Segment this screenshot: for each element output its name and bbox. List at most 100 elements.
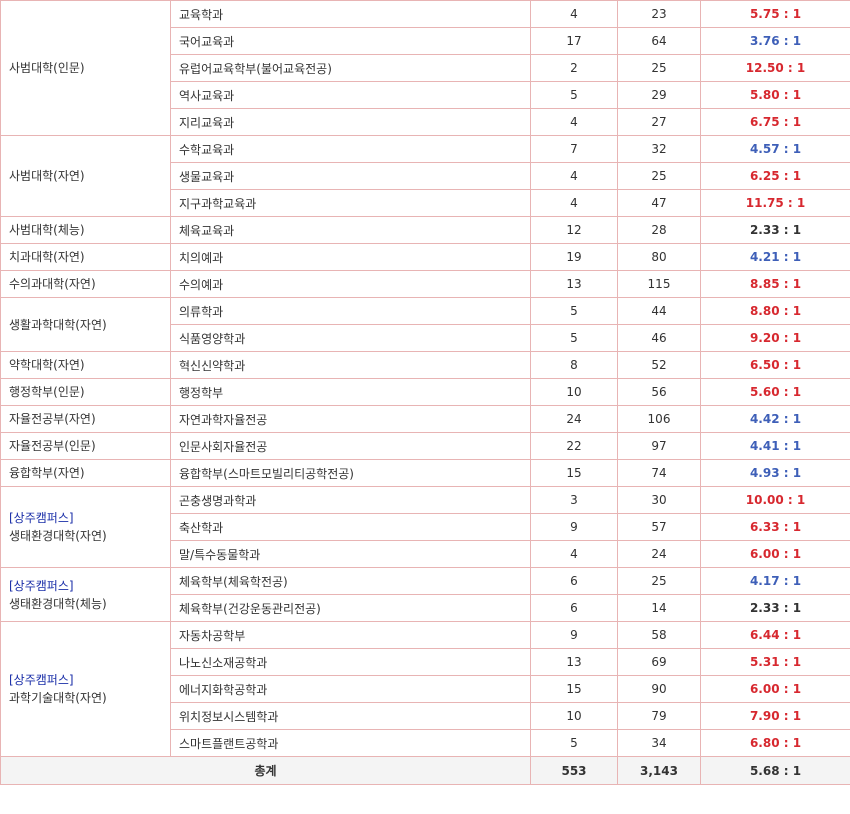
applicants-cell: 27 (617, 108, 701, 136)
quota-cell: 7 (530, 135, 618, 163)
quota-cell: 15 (530, 459, 618, 487)
college-cell: 자율전공부(인문) (0, 432, 171, 460)
college-cell: 자율전공부(자연) (0, 405, 171, 433)
quota-cell: 6 (530, 594, 618, 622)
department-cell: 행정학부 (170, 378, 531, 406)
department-cell: 국어교육과 (170, 27, 531, 55)
department-cell: 교육학과 (170, 0, 531, 28)
table-row: 사범대학(인문) 교육학과 4 23 5.75 : 1 (0, 0, 850, 136)
college-name: 생태환경대학(자연) (9, 529, 107, 543)
department-cell: 에너지화학공학과 (170, 675, 531, 703)
quota-cell: 4 (530, 189, 618, 217)
ratio-cell: 5.60 : 1 (700, 378, 850, 406)
quota-cell: 8 (530, 351, 618, 379)
department-cell: 혁신신약학과 (170, 351, 531, 379)
department-cell: 곤충생명과학과 (170, 486, 531, 514)
applicants-cell: 47 (617, 189, 701, 217)
ratio-cell: 5.80 : 1 (700, 81, 850, 109)
ratio-cell: 4.41 : 1 (700, 432, 850, 460)
ratio-cell: 6.33 : 1 (700, 513, 850, 541)
table-row: [상주캠퍼스] 생태환경대학(자연) 곤충생명과학과 3 30 10.00 : 1 (0, 486, 850, 568)
ratio-cell: 4.17 : 1 (700, 567, 850, 595)
applicants-cell: 25 (617, 54, 701, 82)
college-name: 사범대학(인문) (9, 61, 85, 75)
table-row: 수의과대학(자연) 수의예과 13 115 8.85 : 1 (0, 270, 850, 298)
department-cell: 말/특수동물학과 (170, 540, 531, 568)
college-name: 수의과대학(자연) (9, 277, 96, 291)
college-name: 치과대학(자연) (9, 250, 85, 264)
table-row: 사범대학(자연) 수학교육과 7 32 4.57 : 1 (0, 135, 850, 217)
quota-cell: 9 (530, 513, 618, 541)
table-body: 사범대학(인문) 교육학과 4 23 5.75 : 1 국어교육과 17 64 3.76 : 1… (0, 0, 850, 757)
department-cell: 축산학과 (170, 513, 531, 541)
applicants-cell: 58 (617, 621, 701, 649)
ratio-cell: 6.44 : 1 (700, 621, 850, 649)
college-cell: 행정학부(인문) (0, 378, 171, 406)
quota-cell: 10 (530, 378, 618, 406)
quota-cell: 5 (530, 729, 618, 757)
department-cell: 체육학부(체육학전공) (170, 567, 531, 595)
applicants-cell: 115 (617, 270, 701, 298)
department-cell: 자연과학자율전공 (170, 405, 531, 433)
quota-cell: 22 (530, 432, 618, 460)
college-cell: 사범대학(체능) (0, 216, 171, 244)
ratio-cell: 4.21 : 1 (700, 243, 850, 271)
ratio-cell: 2.33 : 1 (700, 216, 850, 244)
applicants-cell: 74 (617, 459, 701, 487)
ratio-cell: 3.76 : 1 (700, 27, 850, 55)
quota-cell: 13 (530, 648, 618, 676)
table-row: 약학대학(자연) 혁신신약학과 8 52 6.50 : 1 (0, 351, 850, 379)
department-cell: 치의예과 (170, 243, 531, 271)
ratio-cell: 11.75 : 1 (700, 189, 850, 217)
college-name: 생태환경대학(체능) (9, 596, 107, 611)
department-cell: 수의예과 (170, 270, 531, 298)
quota-cell: 3 (530, 486, 618, 514)
ratio-cell: 7.90 : 1 (700, 702, 850, 730)
table-row: 생활과학대학(자연) 의류학과 5 44 8.80 : 1 (0, 297, 850, 352)
applicants-cell: 23 (617, 0, 701, 28)
applicants-cell: 56 (617, 378, 701, 406)
ratio-cell: 2.33 : 1 (700, 594, 850, 622)
college-cell: 사범대학(인문) (0, 0, 171, 136)
quota-cell: 5 (530, 81, 618, 109)
college-name: 생활과학대학(자연) (9, 317, 107, 332)
campus-label: [상주캠퍼스] (9, 511, 74, 525)
table-row: 사범대학(체능) 체육교육과 12 28 2.33 : 1 (0, 216, 850, 244)
applicants-cell: 25 (617, 567, 701, 595)
quota-cell: 4 (530, 162, 618, 190)
quota-cell: 2 (530, 54, 618, 82)
department-cell: 지리교육과 (170, 108, 531, 136)
college-cell: [상주캠퍼스] 생태환경대학(자연) (0, 486, 171, 568)
applicants-cell: 46 (617, 324, 701, 352)
total-row: 총계 553 3,143 5.68 : 1 (0, 756, 850, 785)
quota-cell: 12 (530, 216, 618, 244)
college-name: 자율전공부(인문) (9, 439, 96, 453)
applicants-cell: 24 (617, 540, 701, 568)
college-cell: 약학대학(자연) (0, 351, 171, 379)
ratio-cell: 4.93 : 1 (700, 459, 850, 487)
applicants-cell: 79 (617, 702, 701, 730)
ratio-cell: 8.85 : 1 (700, 270, 850, 298)
department-cell: 식품영양학과 (170, 324, 531, 352)
applicants-cell: 52 (617, 351, 701, 379)
applicants-cell: 106 (617, 405, 701, 433)
total-quota: 553 (530, 756, 618, 785)
quota-cell: 4 (530, 108, 618, 136)
quota-cell: 15 (530, 675, 618, 703)
college-cell: [상주캠퍼스] 과학기술대학(자연) (0, 621, 171, 757)
department-cell: 스마트플랜트공학과 (170, 729, 531, 757)
quota-cell: 13 (530, 270, 618, 298)
ratio-cell: 8.80 : 1 (700, 297, 850, 325)
applicants-cell: 57 (617, 513, 701, 541)
campus-label: [상주캠퍼스] (9, 673, 74, 687)
department-cell: 역사교육과 (170, 81, 531, 109)
ratio-cell: 4.42 : 1 (700, 405, 850, 433)
applicants-cell: 64 (617, 27, 701, 55)
total-applicants: 3,143 (617, 756, 701, 785)
applicants-cell: 28 (617, 216, 701, 244)
department-cell: 자동차공학부 (170, 621, 531, 649)
applicants-cell: 30 (617, 486, 701, 514)
ratio-cell: 9.20 : 1 (700, 324, 850, 352)
department-cell: 체육교육과 (170, 216, 531, 244)
ratio-cell: 6.00 : 1 (700, 540, 850, 568)
